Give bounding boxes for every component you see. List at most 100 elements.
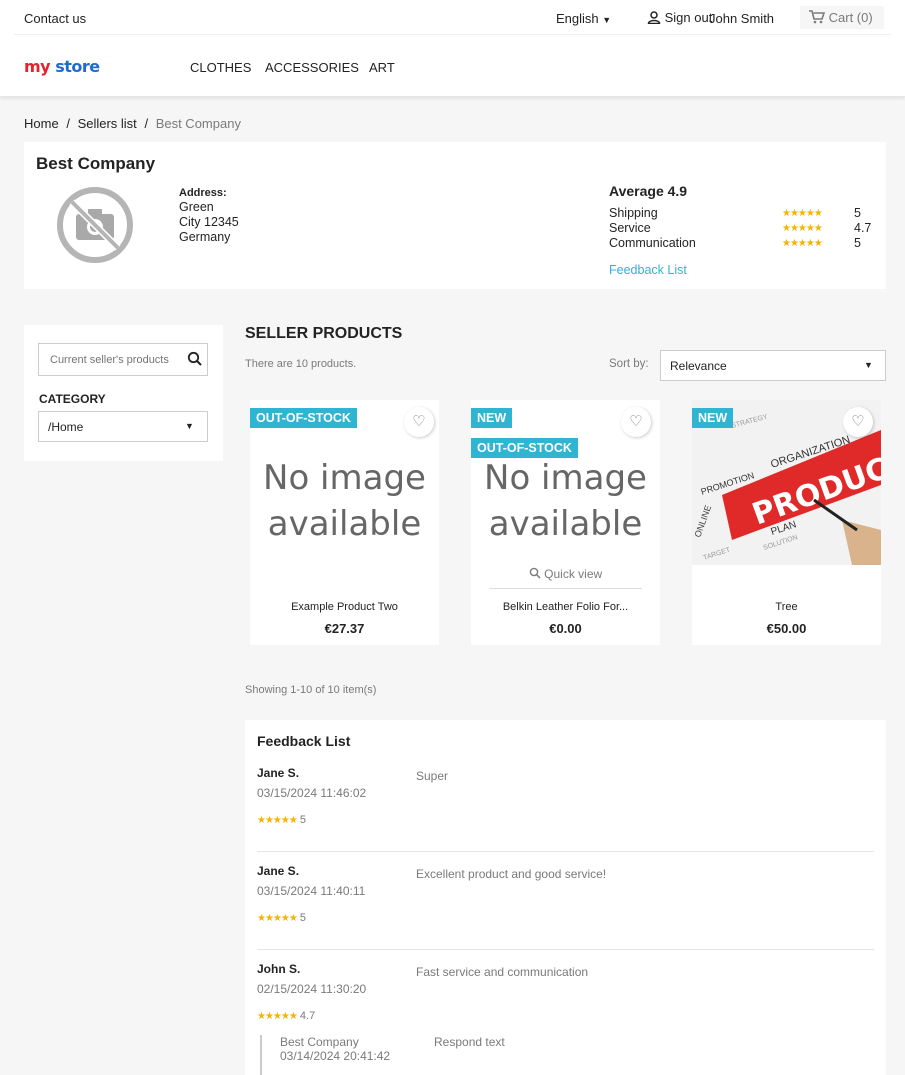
quick-view-button[interactable]: Quick view	[489, 560, 642, 589]
rating-label: Shipping	[609, 206, 658, 220]
product-name[interactable]: Example Product Two	[250, 601, 439, 613]
menu-accessories[interactable]: ACCESSORIES	[265, 60, 359, 75]
feedback-list-panel: Feedback List Jane S. 03/15/2024 11:46:0…	[245, 720, 886, 1075]
divider	[257, 949, 874, 950]
category-select[interactable]: /Home ▼	[38, 411, 208, 442]
feedback-item: John S. 02/15/2024 11:30:20 ★★★★★ 4.7 Fa…	[245, 962, 886, 1075]
logo-my: my	[24, 57, 51, 76]
no-photo-icon	[56, 186, 134, 264]
rating-row: Shipping ★★★★★ 5	[609, 206, 874, 221]
stars-icon: ★★★★★	[782, 238, 823, 249]
stars-icon: ★★★★★	[782, 208, 823, 219]
address-line: Green	[179, 200, 214, 214]
feedback-item: Jane S. 03/15/2024 11:40:11 ★★★★★ 5 Exce…	[245, 864, 886, 959]
product-price: €27.37	[324, 621, 365, 636]
address-line: City 12345	[179, 215, 239, 229]
account-link[interactable]: John Smith	[709, 11, 774, 26]
rating-label: Service	[609, 221, 651, 235]
category-label: CATEGORY	[39, 392, 106, 406]
menu-clothes[interactable]: CLOTHES	[190, 60, 251, 75]
user-icon	[647, 11, 661, 25]
seller-response: Best Company 03/14/2024 20:41:42 Respond…	[260, 1035, 560, 1075]
category-value: /Home	[48, 420, 84, 434]
feedback-title: Feedback List	[257, 733, 351, 749]
rating-breakdown: Shipping ★★★★★ 5 Service ★★★★★ 4.7 Commu…	[609, 206, 874, 251]
wishlist-heart-icon[interactable]: ♡	[404, 407, 434, 437]
no-image-line: No image	[484, 458, 647, 498]
language-label: English	[556, 11, 599, 26]
sidebar: CATEGORY /Home ▼	[24, 325, 223, 461]
section-title: SELLER PRODUCTS	[245, 325, 403, 342]
breadcrumb-home[interactable]: Home	[24, 116, 59, 131]
stars-icon: ★★★★★	[257, 815, 298, 826]
pagination-summary: Showing 1-10 of 10 item(s)	[245, 684, 377, 696]
caret-down-icon: ▼	[864, 360, 873, 370]
rating-value: 4.7	[854, 221, 872, 235]
review-rating: ★★★★★ 5	[257, 814, 306, 826]
no-image-placeholder: No image available	[250, 455, 439, 547]
review-rating: ★★★★★ 4.7	[257, 1010, 315, 1022]
rating-row: Communication ★★★★★ 5	[609, 236, 874, 251]
product-name[interactable]: Tree	[692, 601, 881, 613]
stars-icon: ★★★★★	[257, 913, 298, 924]
cart-icon	[809, 10, 826, 24]
breadcrumb-sellers[interactable]: Sellers list	[78, 116, 137, 131]
product-card[interactable]: No image available NEW OUT-OF-STOCK ♡ Qu…	[471, 400, 660, 645]
store-logo[interactable]: my store	[24, 57, 100, 76]
no-image-placeholder: No image available	[471, 455, 660, 547]
reviewer-name: John S.	[257, 962, 301, 976]
cart-label: Cart (0)	[828, 10, 873, 25]
language-selector[interactable]: English ▼	[556, 11, 611, 26]
feedback-list-link[interactable]: Feedback List	[609, 263, 687, 277]
product-price: €0.00	[549, 621, 582, 636]
breadcrumb-separator: /	[66, 116, 70, 131]
flag-new: NEW	[471, 408, 513, 428]
seller-name: Best Company	[36, 154, 156, 173]
feedback-item: Jane S. 03/15/2024 11:46:02 ★★★★★ 5 Supe…	[245, 766, 886, 861]
stars-icon: ★★★★★	[257, 1011, 298, 1022]
wishlist-heart-icon[interactable]: ♡	[621, 407, 651, 437]
sort-value: Relevance	[670, 359, 727, 373]
flag-out-of-stock: OUT-OF-STOCK	[471, 438, 578, 458]
site-header: Contact us English ▼ Sign out John Smith…	[0, 0, 905, 97]
seller-search-input[interactable]	[39, 344, 181, 375]
review-text: Super	[416, 769, 449, 783]
search-icon	[529, 567, 541, 579]
reviewer-name: Jane S.	[257, 766, 300, 780]
header-divider	[14, 34, 891, 35]
menu-art[interactable]: ART	[369, 60, 395, 75]
review-date: 03/15/2024 11:46:02	[257, 786, 367, 800]
rating-label: Communication	[609, 236, 696, 250]
product-card[interactable]: STRATEGY ORGANIZATION PROMOTION PLAN SOL…	[692, 400, 881, 645]
review-text: Excellent product and good service!	[416, 867, 607, 881]
address-line: Germany	[179, 230, 231, 244]
cart-button[interactable]: Cart (0)	[800, 6, 884, 29]
reviewer-name: Jane S.	[257, 864, 300, 878]
rating-value: 5	[299, 912, 307, 924]
sort-select[interactable]: Relevance ▼	[660, 350, 886, 381]
contact-us-link[interactable]: Contact us	[24, 11, 86, 26]
product-card[interactable]: No image available OUT-OF-STOCK ♡ Exampl…	[250, 400, 439, 645]
divider	[257, 851, 874, 852]
review-text: Fast service and communication	[416, 965, 589, 979]
address-block: Green City 12345 Germany	[179, 200, 239, 245]
response-company: Best Company	[280, 1035, 359, 1049]
product-name[interactable]: Belkin Leather Folio For...	[471, 601, 660, 613]
response-text: Respond text	[434, 1035, 505, 1049]
rating-value: 4.7	[299, 1010, 316, 1022]
response-date: 03/14/2024 20:41:42	[280, 1049, 391, 1063]
breadcrumb-separator: /	[144, 116, 149, 131]
wishlist-heart-icon[interactable]: ♡	[843, 407, 873, 437]
product-price: €50.00	[766, 621, 807, 636]
breadcrumb-current: Best Company	[155, 116, 241, 131]
quick-view-label: Quick view	[544, 567, 603, 581]
address-label: Address:	[179, 187, 227, 199]
review-rating: ★★★★★ 5	[257, 912, 306, 924]
search-icon[interactable]	[187, 351, 203, 367]
rating-value: 5	[854, 236, 861, 250]
review-date: 02/15/2024 11:30:20	[257, 982, 367, 996]
logo-store: store	[55, 57, 100, 76]
caret-down-icon: ▼	[602, 15, 612, 25]
product-count: There are 10 products.	[245, 358, 357, 370]
signout-link[interactable]: Sign out	[647, 10, 712, 25]
